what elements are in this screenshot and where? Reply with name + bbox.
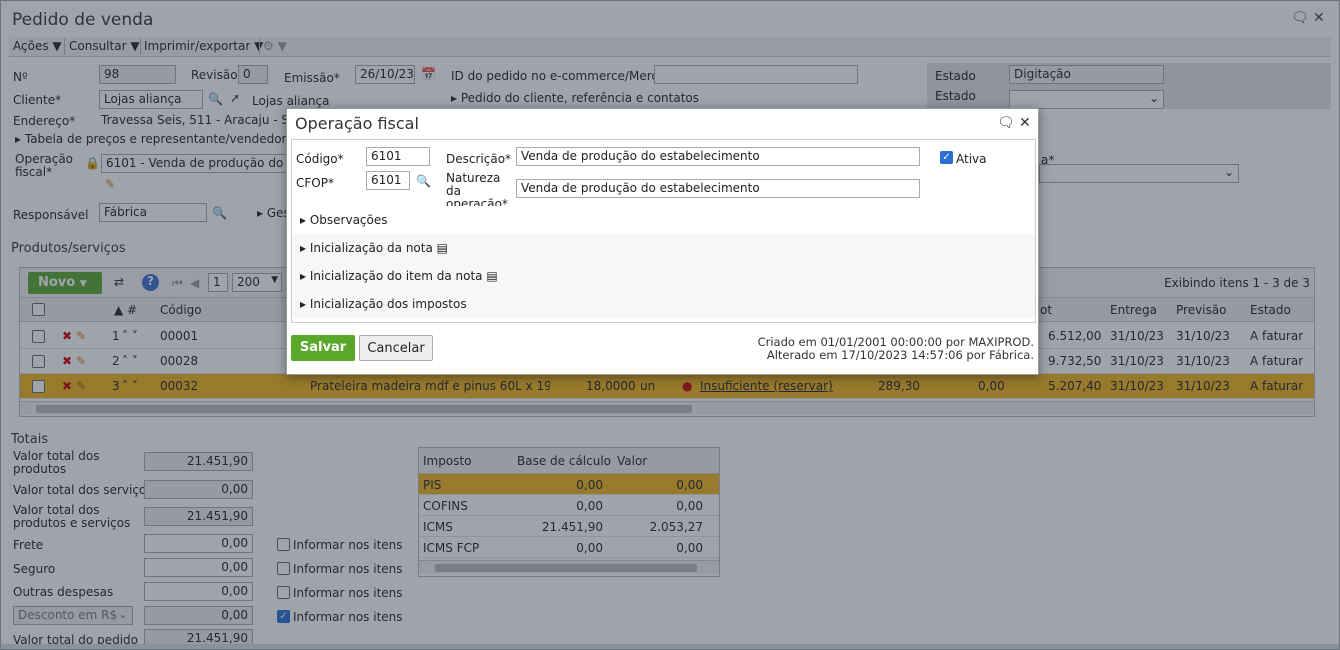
cfop-field[interactable]: 6101	[366, 171, 410, 190]
codigo-label: Código*	[296, 152, 344, 166]
search-icon[interactable]: 🔍	[416, 174, 431, 188]
ativa-label: Ativa	[956, 152, 987, 166]
dialog-body: Código* 6101 CFOP* 6101 🔍 Descrição* Ven…	[291, 139, 1036, 323]
natureza-label-2: da	[446, 184, 461, 198]
descricao-label: Descrição*	[446, 152, 512, 166]
natureza-label: Natureza	[446, 171, 501, 185]
cancelar-button[interactable]: Cancelar	[359, 335, 433, 361]
document-icon: ▤	[436, 241, 448, 255]
close-icon[interactable]: ✕	[1019, 115, 1031, 131]
document-icon: ▤	[486, 269, 498, 283]
inicializacao-impostos-section[interactable]: ▸ Inicialização dos impostos	[292, 290, 1035, 318]
inicializacao-item-section[interactable]: ▸ Inicialização do item da nota ▤	[292, 262, 1035, 290]
natureza-field[interactable]: Venda de produção do estabelecimento	[516, 179, 920, 198]
codigo-field[interactable]: 6101	[366, 147, 430, 166]
salvar-button[interactable]: Salvar	[291, 335, 355, 361]
ativa-checkbox[interactable]: ✓	[940, 151, 953, 164]
dialog-title: Operação fiscal	[295, 114, 419, 133]
cfop-label: CFOP*	[296, 176, 334, 190]
alterado-text: Alterado em 17/10/2023 14:57:06 por Fábr…	[766, 348, 1034, 362]
descricao-field[interactable]: Venda de produção do estabelecimento	[516, 147, 920, 166]
observacoes-section[interactable]: ▸ Observações	[292, 206, 1035, 234]
inicializacao-nota-section[interactable]: ▸ Inicialização da nota ▤	[292, 234, 1035, 262]
criado-text: Criado em 01/01/2001 00:00:00 por MAXIPR…	[757, 335, 1034, 349]
operacao-fiscal-dialog: Operação fiscal 🗨 ✕ Código* 6101 CFOP* 6…	[286, 108, 1039, 375]
chat-icon[interactable]: 🗨	[997, 115, 1015, 131]
